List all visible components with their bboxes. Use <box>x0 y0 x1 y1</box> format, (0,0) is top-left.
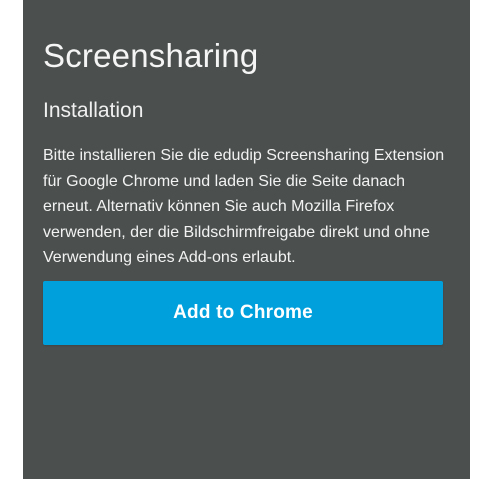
panel-subtitle: Installation <box>43 99 144 122</box>
installation-instructions: Bitte installieren Sie die edudip Screen… <box>43 147 445 266</box>
add-to-chrome-button[interactable]: Add to Chrome <box>43 280 443 345</box>
panel-title: Screensharing <box>43 37 259 74</box>
screensharing-panel: Screensharing Installation Bitte install… <box>23 0 470 479</box>
